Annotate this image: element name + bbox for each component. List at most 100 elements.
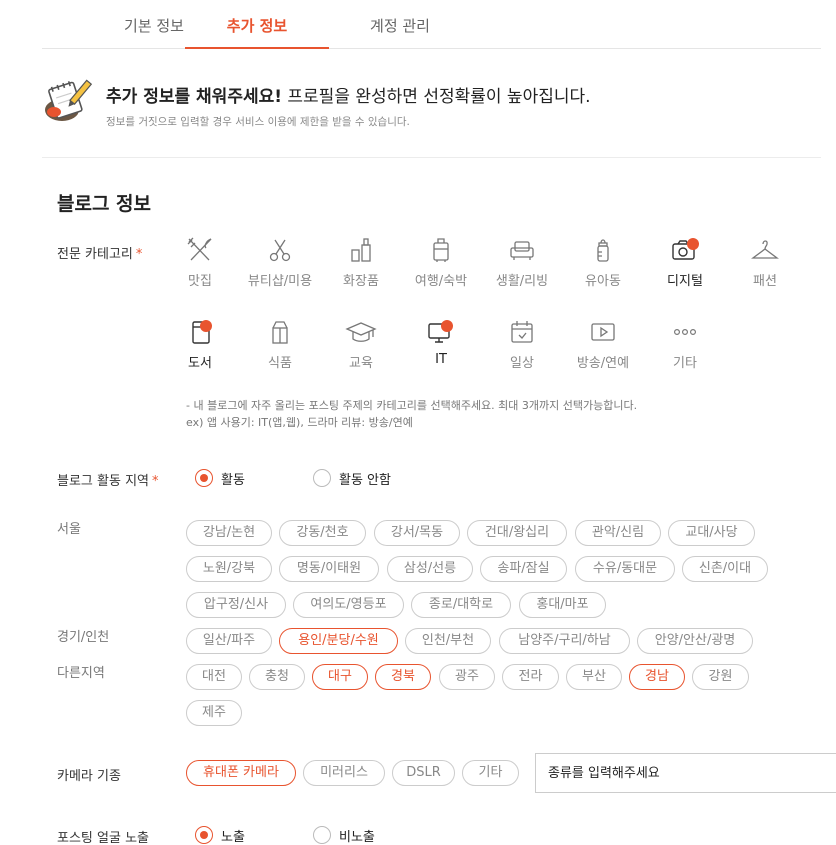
- radio-activity-no[interactable]: 활동 안함: [313, 467, 413, 489]
- category-item-label: 도서: [188, 356, 212, 371]
- graduation-cap-icon: [345, 322, 377, 342]
- region-chip[interactable]: 강원: [692, 664, 749, 690]
- region-chip[interactable]: 강서/목동: [374, 520, 460, 546]
- category-item-label: 뷰티샵/미용: [247, 274, 313, 289]
- camera-type-input[interactable]: [535, 753, 836, 793]
- milk-carton-icon: [272, 321, 288, 344]
- region-chip[interactable]: 대전: [186, 664, 242, 690]
- region-chip[interactable]: 송파/잠실: [480, 556, 567, 582]
- region-chip[interactable]: 경북: [375, 664, 431, 690]
- region-label-other: 다른지역: [57, 666, 105, 681]
- fork-knife-icon: [187, 237, 212, 261]
- region-chip[interactable]: 강남/논현: [186, 520, 272, 546]
- category-item-label: IT: [435, 352, 447, 367]
- region-chip[interactable]: 전라: [502, 664, 559, 690]
- category-item-beauty[interactable]: 뷰티샵/미용: [240, 236, 320, 296]
- notice-banner: 추가 정보를 채워주세요! 프로필을 완성하면 선정확률이 높아집니다. 정보를…: [42, 49, 821, 158]
- region-chip[interactable]: 강동/천호: [279, 520, 366, 546]
- region-chip[interactable]: 대구: [312, 664, 368, 690]
- category-label: 전문 카테고리 *: [57, 247, 143, 262]
- category-item-label: 교육: [349, 356, 373, 371]
- radio-label: 활동: [221, 473, 245, 488]
- radio-circle: [195, 469, 213, 487]
- region-chip[interactable]: 일산/파주: [186, 628, 272, 654]
- radio-circle: [313, 826, 331, 844]
- activity-region-label: 블로그 활동 지역 *: [57, 474, 159, 489]
- category-hint-example: ex) 앱 사용기: IT(앱,웹), 드라마 리뷰: 방송/연예: [186, 416, 413, 429]
- category-item-food[interactable]: 맛집: [160, 236, 240, 296]
- category-item-digital[interactable]: 디지털: [645, 236, 725, 296]
- category-item-label: 기타: [673, 356, 697, 371]
- category-item-food-products[interactable]: 식품: [240, 318, 320, 378]
- category-item-kids[interactable]: 유아동: [563, 236, 643, 296]
- radio-label: 노출: [221, 830, 245, 845]
- calendar-icon: [511, 321, 533, 343]
- radio-circle: [195, 826, 213, 844]
- region-chip[interactable]: 관악/신림: [575, 520, 661, 546]
- category-item-it[interactable]: IT: [401, 318, 481, 378]
- camera-chip[interactable]: 기타: [462, 760, 519, 786]
- category-item-cosmetics[interactable]: 화장품: [321, 236, 401, 296]
- region-chip[interactable]: 부산: [566, 664, 622, 690]
- region-chip[interactable]: 여의도/영등포: [293, 592, 404, 618]
- baby-bottle-icon: [597, 239, 609, 262]
- region-chip[interactable]: 안양/안산/광명: [637, 628, 753, 654]
- region-chip[interactable]: 인천/부천: [405, 628, 491, 654]
- region-chip[interactable]: 신촌/이대: [682, 556, 768, 582]
- notice-title: 추가 정보를 채워주세요! 프로필을 완성하면 선정확률이 높아집니다.: [106, 87, 591, 107]
- region-chip[interactable]: 광주: [439, 664, 495, 690]
- category-item-label: 유아동: [585, 274, 621, 289]
- region-chip[interactable]: 수유/동대문: [575, 556, 675, 582]
- scissors-icon: [269, 239, 291, 262]
- region-chip[interactable]: 경남: [629, 664, 685, 690]
- notepad-pencil-icon: [42, 77, 93, 125]
- region-chip[interactable]: 교대/사당: [668, 520, 755, 546]
- region-chip[interactable]: 노원/강북: [186, 556, 272, 582]
- camera-chip[interactable]: 휴대폰 카메라: [186, 760, 296, 786]
- region-chip[interactable]: 용인/분당/수원: [279, 628, 398, 654]
- region-chip[interactable]: 압구정/신사: [186, 592, 286, 618]
- region-chip[interactable]: 제주: [186, 700, 242, 726]
- tab-bar: 기본 정보 추가 정보 계정 관리: [42, 0, 821, 49]
- sofa-icon: [510, 241, 534, 260]
- region-chip[interactable]: 명동/이태원: [279, 556, 379, 582]
- category-item-label: 일상: [510, 356, 534, 371]
- camera-chip[interactable]: DSLR: [392, 760, 455, 786]
- radio-face-show[interactable]: 노출: [195, 824, 265, 845]
- category-item-label: 식품: [268, 356, 292, 371]
- tab-account-management[interactable]: 계정 관리: [328, 0, 472, 49]
- camera-icon: [672, 238, 699, 260]
- category-item-education[interactable]: 교육: [321, 318, 401, 378]
- region-chip[interactable]: 삼성/선릉: [387, 556, 473, 582]
- category-item-label: 방송/연예: [576, 356, 630, 371]
- more-dots-icon: [673, 329, 697, 336]
- region-chip[interactable]: 충청: [249, 664, 305, 690]
- region-chip[interactable]: 건대/왕십리: [467, 520, 567, 546]
- tab-additional-info[interactable]: 추가 정보: [185, 0, 329, 49]
- luggage-icon: [433, 238, 449, 262]
- radio-face-hide[interactable]: 비노출: [313, 824, 403, 845]
- category-item-label: 여행/숙박: [414, 274, 468, 289]
- region-chip[interactable]: 홍대/마포: [519, 592, 606, 618]
- category-item-living[interactable]: 생활/리빙: [482, 236, 562, 296]
- category-item-label: 디지털: [667, 274, 703, 289]
- face-exposure-label: 포스팅 얼굴 노출: [57, 831, 149, 845]
- radio-activity-yes[interactable]: 활동: [195, 467, 265, 489]
- category-item-label: 화장품: [343, 274, 379, 289]
- radio-label: 비노출: [339, 830, 375, 845]
- camera-chip[interactable]: 미러리스: [303, 760, 385, 786]
- category-item-etc[interactable]: 기타: [645, 318, 725, 378]
- category-item-broadcast[interactable]: 방송/연예: [563, 318, 643, 378]
- category-item-fashion[interactable]: 패션: [725, 236, 805, 296]
- camera-label: 카메라 기종: [57, 769, 121, 784]
- region-chip[interactable]: 남양주/구리/하남: [499, 628, 630, 654]
- radio-label: 활동 안함: [339, 473, 391, 488]
- category-item-daily[interactable]: 일상: [482, 318, 562, 378]
- computer-icon: [428, 320, 453, 343]
- region-chip[interactable]: 종로/대학로: [411, 592, 511, 618]
- category-hint: - 내 블로그에 자주 올리는 포스팅 주제의 카테고리를 선택해주세요. 최대…: [186, 397, 637, 431]
- category-item-books[interactable]: 도서: [160, 318, 240, 378]
- play-icon: [591, 323, 615, 341]
- category-item-travel[interactable]: 여행/숙박: [401, 236, 481, 296]
- region-label-seoul: 서울: [57, 522, 81, 537]
